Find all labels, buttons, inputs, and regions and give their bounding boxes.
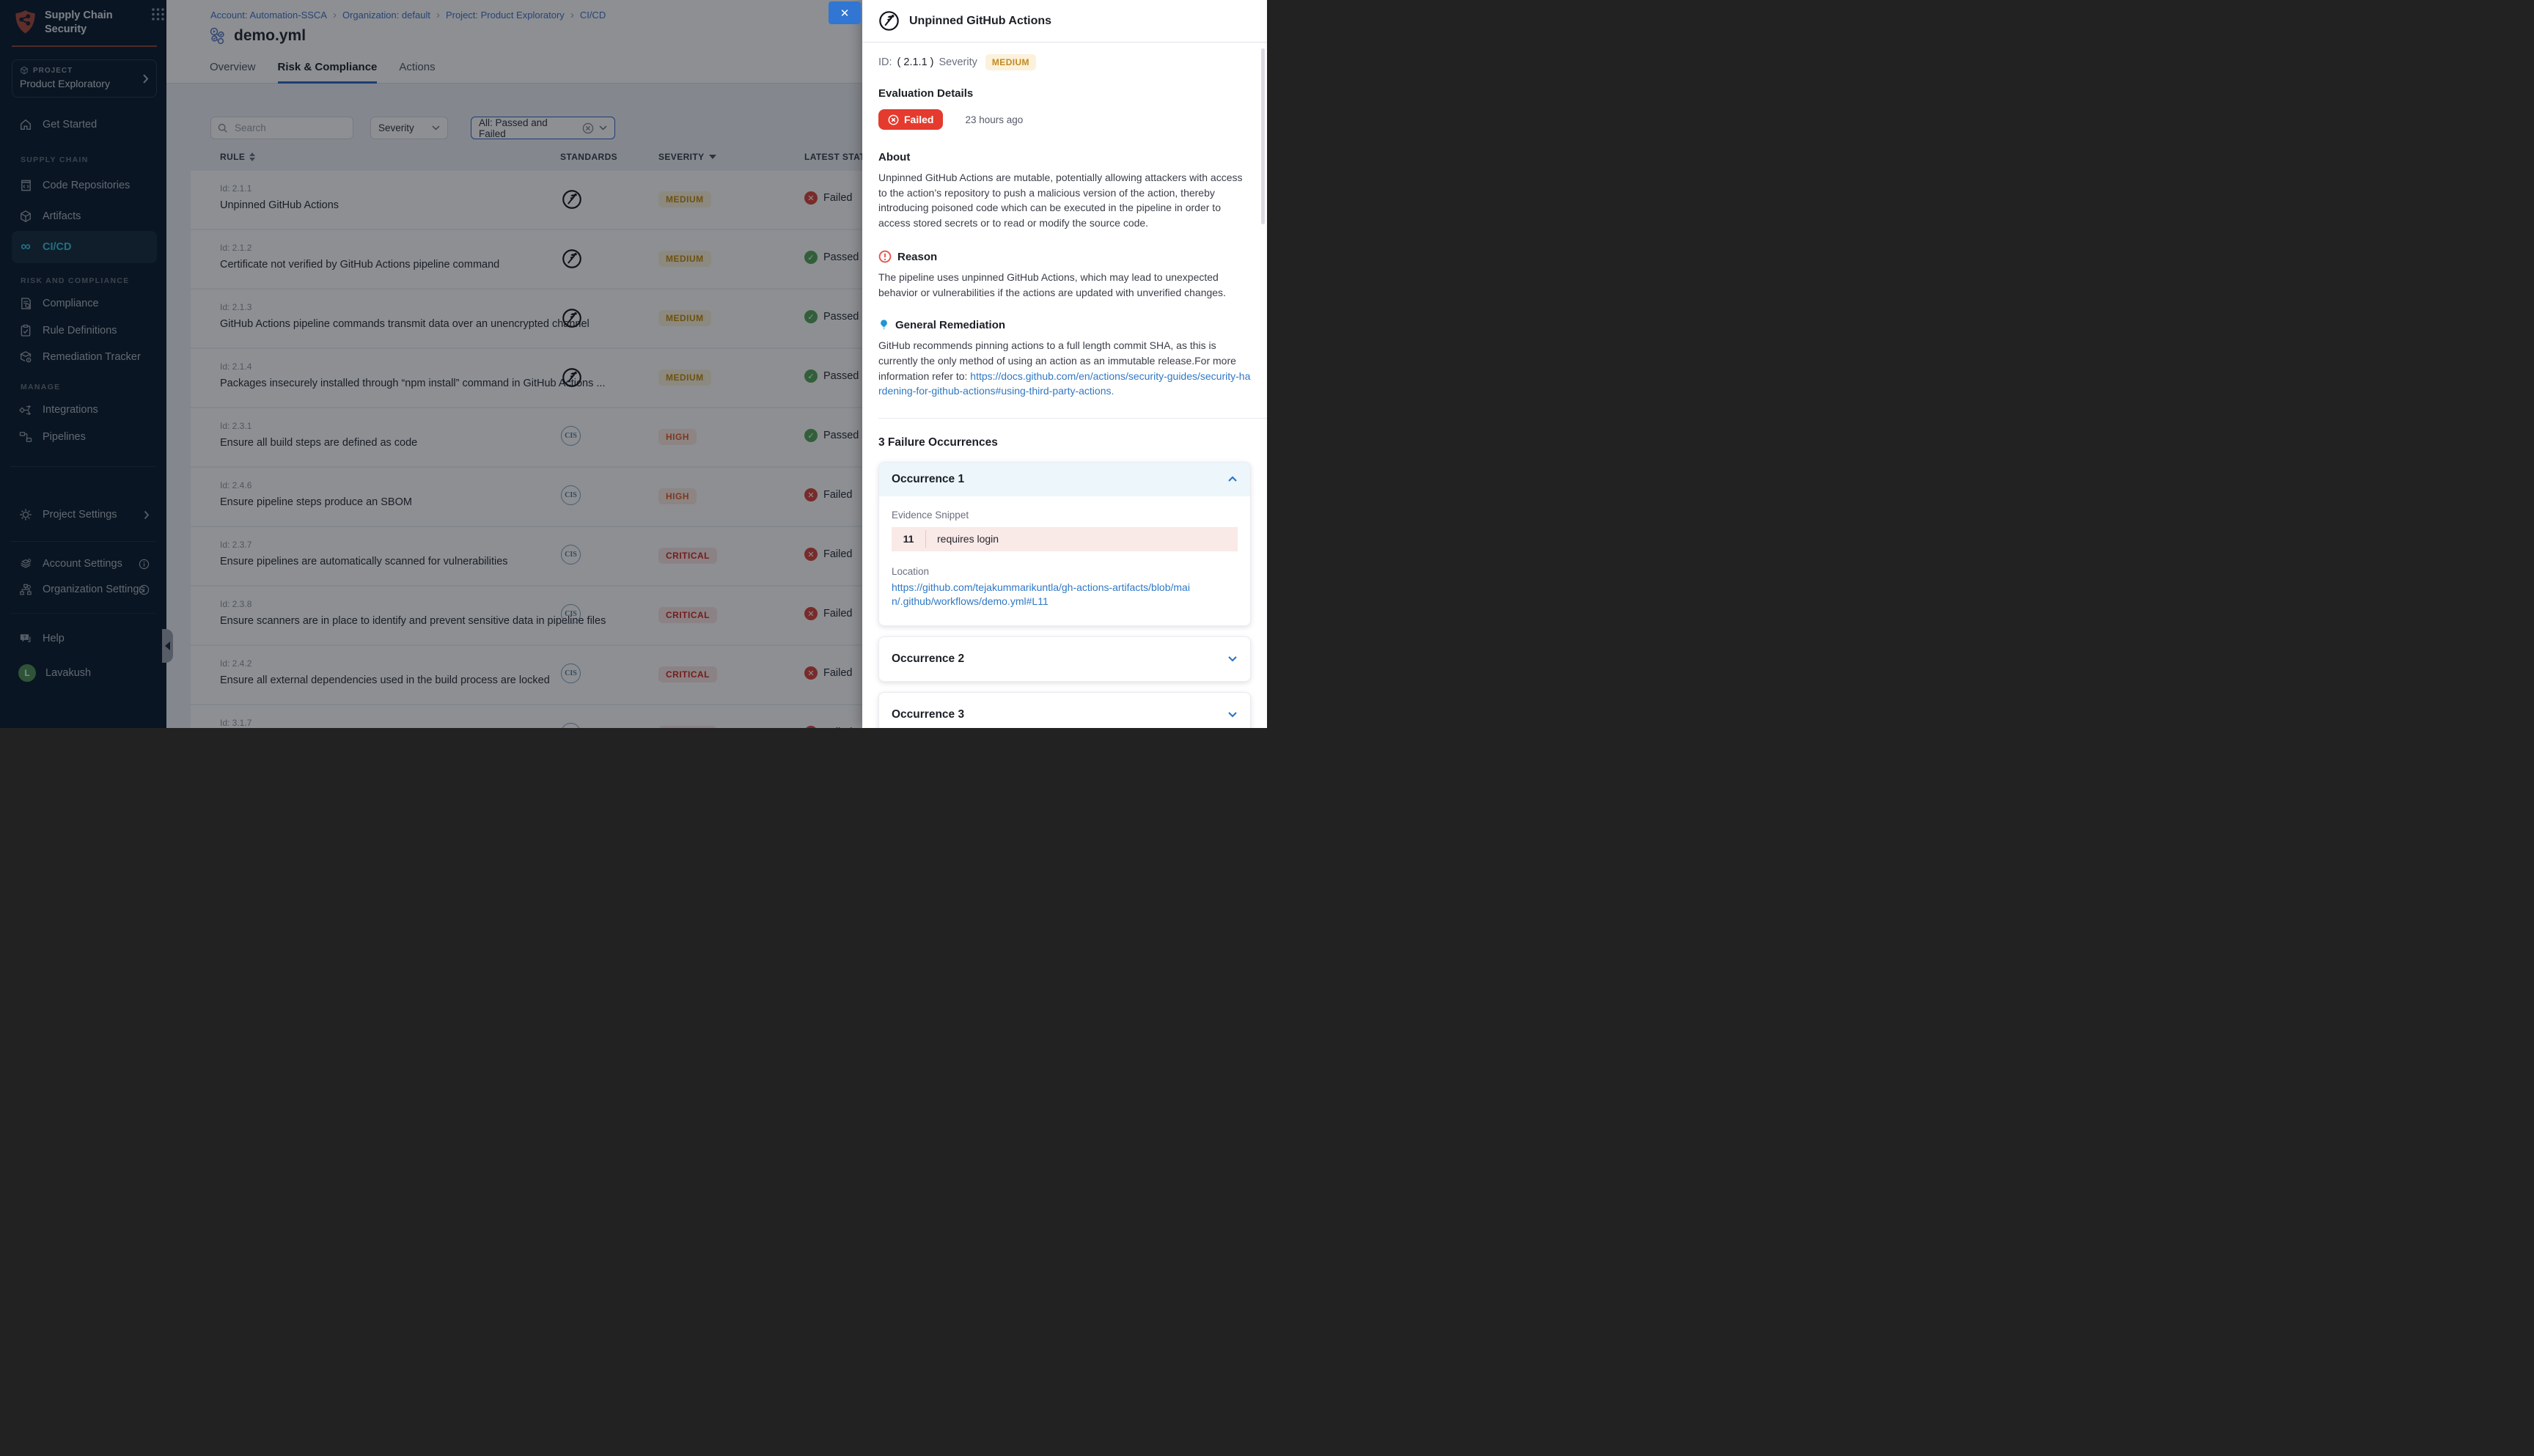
- reason-text: The pipeline uses unpinned GitHub Action…: [878, 270, 1251, 300]
- chevron-up-icon: [1227, 476, 1238, 482]
- failed-status-pill: Failed: [878, 109, 943, 130]
- occurrence-2-card: Occurrence 2: [878, 636, 1251, 682]
- evaluation-time: 23 hours ago: [965, 114, 1023, 125]
- location-link[interactable]: https://github.com/tejakummarikuntla/gh-…: [892, 581, 1200, 609]
- occurrences-heading: 3 Failure Occurrences: [878, 436, 1251, 449]
- evidence-snippet-label: Evidence Snippet: [892, 510, 1238, 521]
- reason-heading: Reason: [878, 250, 1251, 263]
- evaluation-details-heading: Evaluation Details: [878, 87, 1251, 100]
- occurrence-1-card: Occurrence 1 Evidence Snippet 11 require…: [878, 462, 1251, 626]
- occurrence-3-header[interactable]: Occurrence 3: [879, 693, 1250, 728]
- about-text: Unpinned GitHub Actions are mutable, pot…: [878, 170, 1251, 230]
- drawer-title: Unpinned GitHub Actions: [909, 15, 1051, 28]
- close-drawer-button[interactable]: ✕: [829, 1, 861, 24]
- close-icon: ✕: [840, 7, 850, 20]
- chevron-down-icon: [1227, 711, 1238, 718]
- drawer-scrollbar[interactable]: [1261, 48, 1265, 224]
- owasp-icon: [878, 10, 900, 32]
- app-window: Supply ChainSecurity PROJECT Product Exp…: [0, 0, 1267, 728]
- severity-badge: MEDIUM: [985, 54, 1036, 70]
- occurrence-3-card: Occurrence 3: [878, 692, 1251, 728]
- alert-circle-icon: [878, 250, 892, 263]
- rule-detail-drawer: Unpinned GitHub Actions ID: ( 2.1.1 ) Se…: [862, 0, 1267, 728]
- rule-id-row: ID: ( 2.1.1 ) Severity MEDIUM: [878, 54, 1251, 70]
- occurrence-2-header[interactable]: Occurrence 2: [879, 637, 1250, 681]
- modal-overlay[interactable]: [0, 0, 862, 728]
- evidence-line-number: 11: [892, 533, 925, 545]
- remediation-heading: General Remediation: [878, 319, 1251, 331]
- occurrence-1-header[interactable]: Occurrence 1: [879, 463, 1250, 496]
- about-heading: About: [878, 151, 1251, 163]
- chevron-down-icon: [1227, 655, 1238, 662]
- evidence-snippet-row: 11 requires login: [892, 527, 1238, 551]
- drawer-header: Unpinned GitHub Actions: [862, 0, 1267, 43]
- lightbulb-icon: [878, 319, 889, 331]
- section-divider: [878, 418, 1267, 419]
- remediation-text: GitHub recommends pinning actions to a f…: [878, 338, 1251, 398]
- evidence-text: requires login: [937, 533, 999, 545]
- location-label: Location: [892, 566, 1238, 577]
